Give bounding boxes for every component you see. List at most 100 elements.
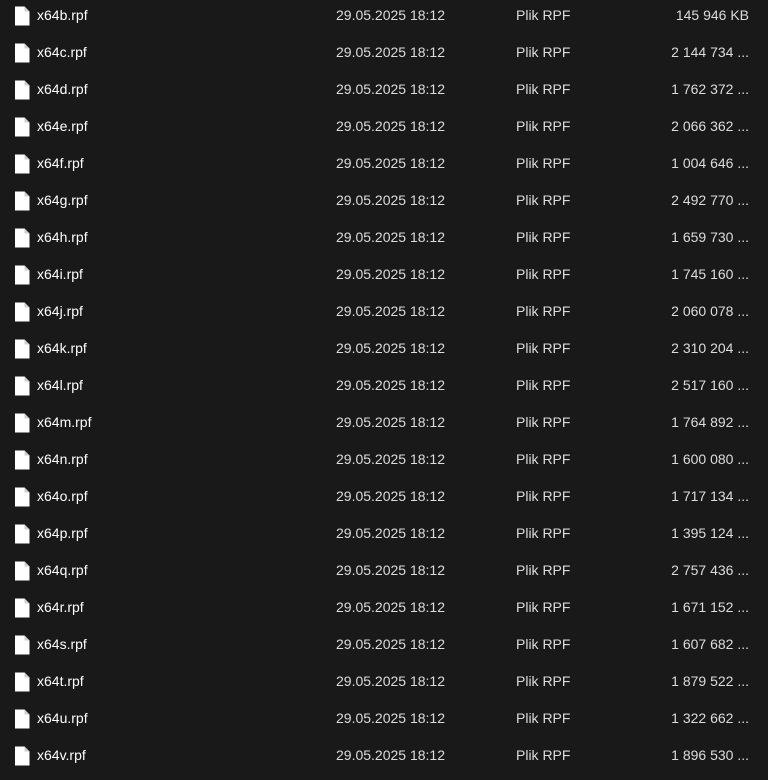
file-size: 1 671 152 ... <box>671 599 749 615</box>
document-icon <box>14 487 30 507</box>
file-size: 2 517 160 ... <box>671 377 749 393</box>
file-list: x64b.rpf 29.05.2025 18:12 Plik RPF 145 946 … <box>0 0 768 774</box>
file-name: x64j.rpf <box>37 303 83 319</box>
file-row[interactable]: x64j.rpf 29.05.2025 18:12 Plik RPF 2 060 07… <box>0 293 768 330</box>
document-icon <box>14 339 30 359</box>
file-size: 1 600 080 ... <box>671 451 749 467</box>
file-row[interactable]: x64k.rpf 29.05.2025 18:12 Plik RPF 2 310 20… <box>0 330 768 367</box>
file-name: x64s.rpf <box>37 636 87 652</box>
file-name: x64t.rpf <box>37 673 84 689</box>
file-name: x64o.rpf <box>37 488 88 504</box>
file-date-modified: 29.05.2025 18:12 <box>336 81 445 97</box>
file-type: Plik RPF <box>516 81 571 97</box>
file-size: 1 322 662 ... <box>671 710 749 726</box>
file-date-modified: 29.05.2025 18:12 <box>336 118 445 134</box>
file-name: x64l.rpf <box>37 377 83 393</box>
file-name: x64k.rpf <box>37 340 87 356</box>
document-icon <box>14 746 30 766</box>
document-icon <box>14 191 30 211</box>
document-icon <box>14 80 30 100</box>
file-name: x64b.rpf <box>37 7 88 23</box>
document-icon <box>14 413 30 433</box>
document-icon <box>14 154 30 174</box>
file-type: Plik RPF <box>516 192 571 208</box>
file-name: x64h.rpf <box>37 229 88 245</box>
file-date-modified: 29.05.2025 18:12 <box>336 155 445 171</box>
file-type: Plik RPF <box>516 340 571 356</box>
file-type: Plik RPF <box>516 229 571 245</box>
file-name: x64v.rpf <box>37 747 86 763</box>
document-icon <box>14 302 30 322</box>
file-type: Plik RPF <box>516 118 571 134</box>
file-date-modified: 29.05.2025 18:12 <box>336 266 445 282</box>
file-row[interactable]: x64l.rpf 29.05.2025 18:12 Plik RPF 2 517 16… <box>0 367 768 404</box>
file-size: 1 395 124 ... <box>671 525 749 541</box>
file-row[interactable]: x64e.rpf 29.05.2025 18:12 Plik RPF 2 066 36… <box>0 108 768 145</box>
document-icon <box>14 450 30 470</box>
file-size: 1 659 730 ... <box>671 229 749 245</box>
file-size: 145 946 KB <box>675 7 749 23</box>
file-size: 2 060 078 ... <box>671 303 749 319</box>
file-row[interactable]: x64m.rpf 29.05.2025 18:12 Plik RPF 1 764 89… <box>0 404 768 441</box>
file-type: Plik RPF <box>516 710 571 726</box>
file-date-modified: 29.05.2025 18:12 <box>336 451 445 467</box>
file-size: 1 745 160 ... <box>671 266 749 282</box>
file-size: 1 717 134 ... <box>671 488 749 504</box>
file-name: x64n.rpf <box>37 451 88 467</box>
file-size: 1 607 682 ... <box>671 636 749 652</box>
file-type: Plik RPF <box>516 7 571 23</box>
file-date-modified: 29.05.2025 18:12 <box>336 192 445 208</box>
file-name: x64r.rpf <box>37 599 84 615</box>
file-date-modified: 29.05.2025 18:12 <box>336 488 445 504</box>
file-row[interactable]: x64f.rpf 29.05.2025 18:12 Plik RPF 1 004 64… <box>0 145 768 182</box>
file-name: x64p.rpf <box>37 525 88 541</box>
file-type: Plik RPF <box>516 377 571 393</box>
file-size: 1 896 530 ... <box>671 747 749 763</box>
file-type: Plik RPF <box>516 266 571 282</box>
file-size: 1 879 522 ... <box>671 673 749 689</box>
file-row[interactable]: x64c.rpf 29.05.2025 18:12 Plik RPF 2 144 73… <box>0 34 768 71</box>
file-row[interactable]: x64b.rpf 29.05.2025 18:12 Plik RPF 145 946 … <box>0 0 768 34</box>
file-row[interactable]: x64g.rpf 29.05.2025 18:12 Plik RPF 2 492 77… <box>0 182 768 219</box>
file-size: 2 492 770 ... <box>671 192 749 208</box>
file-date-modified: 29.05.2025 18:12 <box>336 599 445 615</box>
file-row[interactable]: x64p.rpf 29.05.2025 18:12 Plik RPF 1 395 12… <box>0 515 768 552</box>
file-date-modified: 29.05.2025 18:12 <box>336 525 445 541</box>
file-row[interactable]: x64q.rpf 29.05.2025 18:12 Plik RPF 2 757 43… <box>0 552 768 589</box>
file-type: Plik RPF <box>516 636 571 652</box>
file-date-modified: 29.05.2025 18:12 <box>336 377 445 393</box>
file-size: 1 004 646 ... <box>671 155 749 171</box>
file-row[interactable]: x64o.rpf 29.05.2025 18:12 Plik RPF 1 717 13… <box>0 478 768 515</box>
file-date-modified: 29.05.2025 18:12 <box>336 44 445 60</box>
file-name: x64d.rpf <box>37 81 88 97</box>
file-type: Plik RPF <box>516 451 571 467</box>
document-icon <box>14 43 30 63</box>
file-row[interactable]: x64r.rpf 29.05.2025 18:12 Plik RPF 1 671 15… <box>0 589 768 626</box>
file-name: x64e.rpf <box>37 118 88 134</box>
file-type: Plik RPF <box>516 525 571 541</box>
file-row[interactable]: x64s.rpf 29.05.2025 18:12 Plik RPF 1 607 68… <box>0 626 768 663</box>
file-row[interactable]: x64d.rpf 29.05.2025 18:12 Plik RPF 1 762 37… <box>0 71 768 108</box>
document-icon <box>14 228 30 248</box>
file-row[interactable]: x64v.rpf 29.05.2025 18:12 Plik RPF 1 896 53… <box>0 737 768 774</box>
file-type: Plik RPF <box>516 303 571 319</box>
document-icon <box>14 265 30 285</box>
document-icon <box>14 6 30 26</box>
file-size: 2 310 204 ... <box>671 340 749 356</box>
document-icon <box>14 635 30 655</box>
file-row[interactable]: x64n.rpf 29.05.2025 18:12 Plik RPF 1 600 08… <box>0 441 768 478</box>
file-row[interactable]: x64u.rpf 29.05.2025 18:12 Plik RPF 1 322 66… <box>0 700 768 737</box>
file-size: 1 764 892 ... <box>671 414 749 430</box>
file-name: x64u.rpf <box>37 710 88 726</box>
file-type: Plik RPF <box>516 673 571 689</box>
file-row[interactable]: x64t.rpf 29.05.2025 18:12 Plik RPF 1 879 52… <box>0 663 768 700</box>
file-type: Plik RPF <box>516 44 571 60</box>
file-date-modified: 29.05.2025 18:12 <box>336 562 445 578</box>
file-date-modified: 29.05.2025 18:12 <box>336 303 445 319</box>
file-row[interactable]: x64i.rpf 29.05.2025 18:12 Plik RPF 1 745 16… <box>0 256 768 293</box>
file-row[interactable]: x64h.rpf 29.05.2025 18:12 Plik RPF 1 659 73… <box>0 219 768 256</box>
file-size: 2 144 734 ... <box>671 44 749 60</box>
file-name: x64c.rpf <box>37 44 87 60</box>
file-type: Plik RPF <box>516 414 571 430</box>
file-type: Plik RPF <box>516 747 571 763</box>
